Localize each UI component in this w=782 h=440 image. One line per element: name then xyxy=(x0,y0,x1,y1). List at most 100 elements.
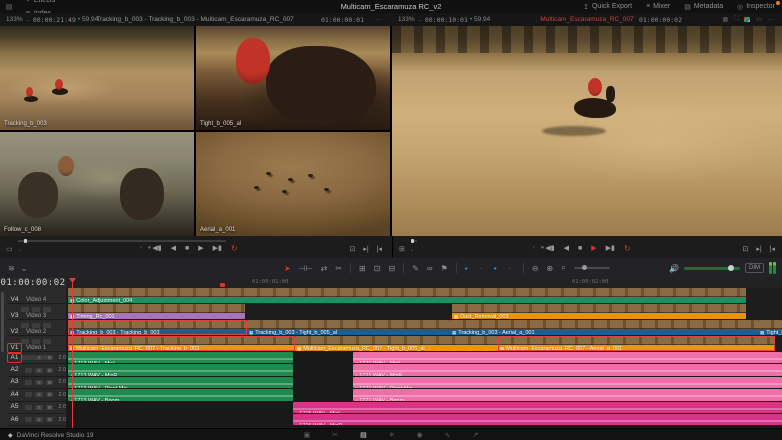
first-frame-button[interactable]: ◀▮ xyxy=(545,244,554,254)
timeline-clip[interactable]: ▦Timing_Rc_001 xyxy=(68,304,245,319)
track-header-a5[interactable]: A5SM2.0 xyxy=(7,402,66,414)
color-swatch-icon[interactable] xyxy=(744,17,750,22)
audio-track-lane-a6[interactable]: ♪1715.WAV - MixR xyxy=(66,414,782,427)
source-zoom-level[interactable]: 133% xyxy=(6,16,23,23)
zoom-full-icon[interactable]: ⊕ xyxy=(547,264,554,273)
selection-mode-icon[interactable]: ➤ xyxy=(284,264,291,273)
lock-icon[interactable] xyxy=(25,392,32,397)
track-header-a4[interactable]: A4SM2.0 xyxy=(7,389,66,401)
flag-color-icon[interactable]: ▪ xyxy=(465,264,468,273)
timeline-clip[interactable]: ▦Multicam_Escaramuza_RC_007 - Aerial_a_0… xyxy=(498,336,775,351)
multicam-angle-aerial-active[interactable]: Aerial_a_001 xyxy=(196,132,390,236)
panel-toggle-icon[interactable]: ▤ xyxy=(0,3,18,11)
timeline-clip[interactable]: ▦Dust_Removal_003 xyxy=(452,304,746,319)
replace-clip-icon[interactable]: ⊟ xyxy=(388,264,395,273)
track-header-v1[interactable]: V1Video 1 xyxy=(7,336,66,352)
track-header-a3[interactable]: A3SM2.0 xyxy=(7,377,66,389)
lock-icon[interactable] xyxy=(25,405,32,410)
track-destination-a6[interactable]: A6 xyxy=(7,415,22,425)
fairlight-page-icon[interactable]: ∿ xyxy=(445,430,451,440)
save-icon[interactable]: ⛶ xyxy=(734,16,738,23)
video-track-lane-v4[interactable]: ▦Color_Adjustment_004 xyxy=(66,288,782,305)
lock-icon[interactable] xyxy=(25,380,32,385)
play-button[interactable]: ▶ xyxy=(591,244,596,254)
solo-button[interactable]: S xyxy=(35,405,42,410)
play-button[interactable]: ▶ xyxy=(198,244,203,254)
track-destination-a2[interactable]: A2 xyxy=(7,365,22,375)
goto-in-icon[interactable]: ▸| xyxy=(363,245,368,255)
lock-icon[interactable] xyxy=(25,355,32,360)
mute-button[interactable]: M xyxy=(46,368,53,373)
step-back-button[interactable]: ◀ xyxy=(564,244,569,254)
multicam-angle-tight[interactable]: Tight_b_005_al xyxy=(196,26,390,130)
stop-button[interactable]: ■ xyxy=(578,244,582,254)
timeline-list-icon[interactable]: ≋ xyxy=(8,264,15,273)
solo-button[interactable]: S xyxy=(35,392,42,397)
multicam-display-mode-button[interactable]: ▭ ⌄ xyxy=(6,245,25,253)
zoom-out-icon[interactable]: ⊖ xyxy=(532,264,539,273)
match-frame-icon[interactable]: ⊡ xyxy=(349,245,355,255)
timeline-zoom-level[interactable]: 133% xyxy=(398,16,415,23)
lock-icon[interactable] xyxy=(25,368,32,373)
track-header-a1[interactable]: A1SM2.0 xyxy=(7,352,66,364)
audio-track-lane-a1[interactable]: ♪1713.WAV - MixL♪1721.WAV - MixL xyxy=(66,352,782,365)
video-track-lane-v3[interactable]: ▦Timing_Rc_001 ▦Dust_Removal_003 xyxy=(66,304,782,321)
loop-button[interactable]: ↻ xyxy=(231,244,238,254)
match-frame-icon[interactable]: ⊡ xyxy=(742,245,748,255)
blade-edit-icon[interactable]: ✂ xyxy=(335,264,342,273)
metadata-button[interactable]: ▤Metadata xyxy=(677,0,730,13)
mute-button[interactable]: M xyxy=(46,417,53,422)
solo-button[interactable]: S xyxy=(35,380,42,385)
timeline-vertical-scrollbar[interactable] xyxy=(1,292,4,352)
track-destination-a3[interactable]: A3 xyxy=(7,377,22,387)
last-frame-button[interactable]: ▶▮ xyxy=(606,244,615,254)
grid-view-icon[interactable]: ▦ xyxy=(722,16,728,23)
goto-out-icon[interactable]: |◂ xyxy=(770,245,775,255)
timeline-jog-bar[interactable] xyxy=(411,240,417,242)
goto-out-icon[interactable]: |◂ xyxy=(377,245,382,255)
timeline-audio-clip[interactable]: ♪1715.WAV - MixL xyxy=(293,402,782,413)
track-header-a6[interactable]: A6SM2.0 xyxy=(7,414,66,426)
timeline-audio-clip[interactable]: ♪1715.WAV - MixR xyxy=(293,414,782,425)
timeline-marker[interactable] xyxy=(220,283,225,287)
last-frame-button[interactable]: ▶▮ xyxy=(213,244,222,254)
chevron-down-icon[interactable]: ⌄ xyxy=(21,264,28,273)
timeline-title[interactable]: Multicam_Escaramuza_RC_007 xyxy=(540,16,633,23)
lock-icon[interactable] xyxy=(25,417,32,422)
zoom-in-icon[interactable]: ⌕ xyxy=(561,263,565,273)
flag-icon[interactable]: ⚑ xyxy=(441,264,448,273)
pen-icon[interactable]: ✎ xyxy=(412,264,419,273)
track-header-a2[interactable]: A2SM2.0 xyxy=(7,364,66,376)
source-clip-title[interactable]: Tracking_b_003 - Tracking_b_003 - Multic… xyxy=(96,16,293,23)
step-back-button[interactable]: ◀ xyxy=(171,244,176,254)
source-options-menu[interactable]: ··· xyxy=(376,16,383,23)
deliver-page-icon[interactable]: ↗ xyxy=(473,430,479,440)
loop-button[interactable]: ↻ xyxy=(624,244,631,254)
timeline-selector[interactable]: ≋⌄ xyxy=(8,264,27,273)
timeline-clip[interactable]: ▦Color_Adjustment_004 xyxy=(68,288,746,303)
audio-track-lane-a5[interactable]: ♪1715.WAV - MixL xyxy=(66,402,782,415)
timeline-clip[interactable]: ▦Multicam_Escaramuza_RC_007 - Tracking_b… xyxy=(68,336,295,351)
video-track-lane-v1[interactable]: ▦Multicam_Escaramuza_RC_007 - Tracking_b… xyxy=(66,336,782,353)
timeline-audio-clip[interactable]: ♪1713.WAV - Plant Mic xyxy=(68,377,293,388)
timeline-audio-clip[interactable]: ♪1713.WAV - MixR xyxy=(68,364,293,375)
playhead[interactable] xyxy=(72,278,73,428)
inspector-button[interactable]: ◎Inspector xyxy=(730,0,782,13)
dynamic-trim-icon[interactable]: ⇄ xyxy=(321,264,328,273)
mute-button[interactable]: M xyxy=(46,355,53,360)
timeline-clip[interactable]: ▦Tracking_b_003 - Tight_b_005_al xyxy=(247,320,450,335)
timeline-clip[interactable]: ▦Tracking_b_003 - Aerial_a_001 xyxy=(450,320,758,335)
first-frame-button[interactable]: ◀▮ xyxy=(152,244,161,254)
quick-export-button[interactable]: ↥Quick Export xyxy=(576,0,639,13)
cut-page-icon[interactable]: ✂ xyxy=(332,430,338,440)
timeline-options-menu[interactable]: ··· xyxy=(768,16,775,23)
solo-button[interactable]: S xyxy=(35,417,42,422)
timeline-audio-clip[interactable]: ♪1721.WAV - MixL xyxy=(353,352,782,363)
timeline-clip[interactable]: ▦Tight_b_005_al xyxy=(758,320,782,335)
audio-track-lane-a2[interactable]: ♪1713.WAV - MixR♪1721.WAV - MixR xyxy=(66,364,782,377)
insert-clip-icon[interactable]: ⊞ xyxy=(359,264,366,273)
fusion-page-icon[interactable]: ✳ xyxy=(389,430,395,440)
mute-button[interactable]: M xyxy=(46,405,53,410)
timeline-zoom-slider[interactable] xyxy=(574,267,610,269)
track-header-v4[interactable]: V4Video 4 xyxy=(7,288,66,304)
